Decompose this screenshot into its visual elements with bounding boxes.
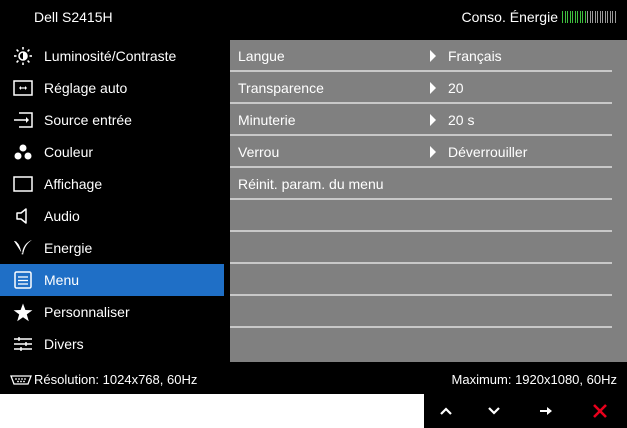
energy-tick bbox=[597, 11, 598, 23]
triangle-right-icon bbox=[430, 50, 436, 62]
setting-row-empty bbox=[230, 296, 612, 328]
setting-label: Verrou bbox=[238, 144, 280, 160]
arrow-right-icon bbox=[539, 405, 553, 417]
energy-tick bbox=[569, 11, 571, 23]
setting-label: Réinit. param. du menu bbox=[238, 176, 384, 192]
sidebar-item-label: Audio bbox=[44, 208, 80, 224]
sidebar-item-auto-adjust[interactable]: Réglage auto bbox=[0, 72, 224, 104]
energy-tick bbox=[572, 11, 573, 23]
energy-tick bbox=[582, 11, 583, 23]
osd-window: Dell S2415H Conso. Énergie Luminosité/Co… bbox=[0, 0, 627, 394]
energy-tick bbox=[564, 11, 566, 23]
energy-tick bbox=[584, 11, 586, 23]
setting-row-menu-reset[interactable]: Réinit. param. du menu bbox=[230, 168, 612, 200]
sidebar-item-label: Source entrée bbox=[44, 112, 132, 128]
setting-row-empty bbox=[230, 200, 612, 232]
sidebar-item-brightness-contrast[interactable]: Luminosité/Contraste bbox=[0, 40, 224, 72]
energy-tick bbox=[592, 11, 593, 23]
energy-tick bbox=[567, 11, 568, 23]
energy-tick bbox=[579, 11, 581, 23]
sidebar-item-label: Menu bbox=[44, 272, 80, 288]
setting-label: Transparence bbox=[238, 80, 324, 96]
setting-row-language[interactable]: Langue Français bbox=[230, 40, 612, 72]
energy-icon bbox=[12, 238, 34, 258]
energy-tick bbox=[574, 11, 576, 23]
sidebar-item-label: Personnaliser bbox=[44, 304, 130, 320]
sidebar-item-label: Affichage bbox=[44, 176, 103, 192]
energy-tick bbox=[599, 11, 601, 23]
sidebar-item-input-source[interactable]: Source entrée bbox=[0, 104, 224, 136]
energy-tick bbox=[612, 11, 613, 23]
sidebar-item-others[interactable]: Divers bbox=[0, 328, 224, 360]
input-source-icon bbox=[12, 110, 34, 130]
energy-tick bbox=[614, 11, 616, 23]
energy-tick bbox=[607, 11, 608, 23]
display-icon bbox=[12, 174, 34, 194]
sidebar-item-menu[interactable]: Menu bbox=[0, 264, 224, 296]
setting-value: Français bbox=[448, 48, 502, 64]
setting-label: Langue bbox=[238, 48, 285, 64]
sidebar-item-label: Luminosité/Contraste bbox=[44, 48, 177, 64]
maximum-resolution-text: Maximum: 1920x1080, 60Hz bbox=[451, 372, 617, 387]
close-icon bbox=[592, 403, 608, 419]
sidebar-item-label: Energie bbox=[44, 240, 93, 256]
sidebar-item-display[interactable]: Affichage bbox=[0, 168, 224, 200]
energy-meter: Conso. Énergie bbox=[461, 9, 617, 25]
status-bar: Résolution: 1024x768, 60Hz Maximum: 1920… bbox=[0, 366, 627, 394]
sidebar-item-label: Divers bbox=[44, 336, 84, 352]
arrow-up-icon bbox=[439, 406, 453, 416]
menu-settings-panel: Langue Français Transparence 20 Minuteri… bbox=[230, 40, 627, 362]
energy-tick bbox=[562, 11, 563, 23]
energy-label: Conso. Énergie bbox=[461, 9, 558, 25]
current-resolution: Résolution: 1024x768, 60Hz bbox=[10, 372, 197, 387]
brightness-icon bbox=[12, 46, 34, 66]
input-connector-icon bbox=[10, 374, 32, 386]
setting-row-empty bbox=[230, 232, 612, 264]
sidebar: Luminosité/Contraste Réglage auto Source… bbox=[0, 40, 224, 362]
energy-tick bbox=[609, 11, 611, 23]
sidebar-item-color[interactable]: Couleur bbox=[0, 136, 224, 168]
energy-tick bbox=[602, 11, 603, 23]
energy-tick bbox=[589, 11, 591, 23]
monitor-model-title: Dell S2415H bbox=[34, 9, 113, 25]
sidebar-item-energy[interactable]: Energie bbox=[0, 232, 224, 264]
setting-row-timer[interactable]: Minuterie 20 s bbox=[230, 104, 612, 136]
sidebar-item-label: Réglage auto bbox=[44, 80, 128, 96]
energy-tick bbox=[587, 11, 588, 23]
energy-level-bar bbox=[562, 11, 617, 23]
enter-button[interactable] bbox=[536, 401, 556, 421]
sidebar-item-label: Couleur bbox=[44, 144, 94, 160]
setting-value: 20 s bbox=[448, 112, 475, 128]
sidebar-item-personalize[interactable]: Personnaliser bbox=[0, 296, 224, 328]
sidebar-item-audio[interactable]: Audio bbox=[0, 200, 224, 232]
setting-value: 20 bbox=[448, 80, 464, 96]
setting-row-transparency[interactable]: Transparence 20 bbox=[230, 72, 612, 104]
speaker-icon bbox=[12, 206, 34, 226]
energy-tick bbox=[594, 11, 596, 23]
menu-icon bbox=[12, 270, 34, 290]
exit-button[interactable] bbox=[590, 401, 610, 421]
energy-tick bbox=[604, 11, 606, 23]
triangle-right-icon bbox=[430, 114, 436, 126]
color-dots-icon bbox=[12, 142, 34, 162]
setting-value: Déverrouiller bbox=[448, 144, 528, 160]
row-divider bbox=[230, 326, 612, 328]
arrow-down-icon bbox=[487, 406, 501, 416]
resolution-text: Résolution: 1024x768, 60Hz bbox=[34, 372, 198, 387]
triangle-right-icon bbox=[430, 146, 436, 158]
up-button[interactable] bbox=[436, 401, 456, 421]
down-button[interactable] bbox=[484, 401, 504, 421]
setting-label: Minuterie bbox=[238, 112, 296, 128]
setting-row-lock[interactable]: Verrou Déverrouiller bbox=[230, 136, 612, 168]
auto-adjust-icon bbox=[12, 78, 34, 98]
title-bar: Dell S2415H Conso. Énergie bbox=[0, 0, 627, 34]
star-icon bbox=[12, 302, 34, 322]
others-icon bbox=[12, 334, 34, 354]
triangle-right-icon bbox=[430, 82, 436, 94]
setting-row-empty bbox=[230, 264, 612, 296]
energy-tick bbox=[577, 11, 578, 23]
monitor-button-guide bbox=[424, 394, 627, 428]
